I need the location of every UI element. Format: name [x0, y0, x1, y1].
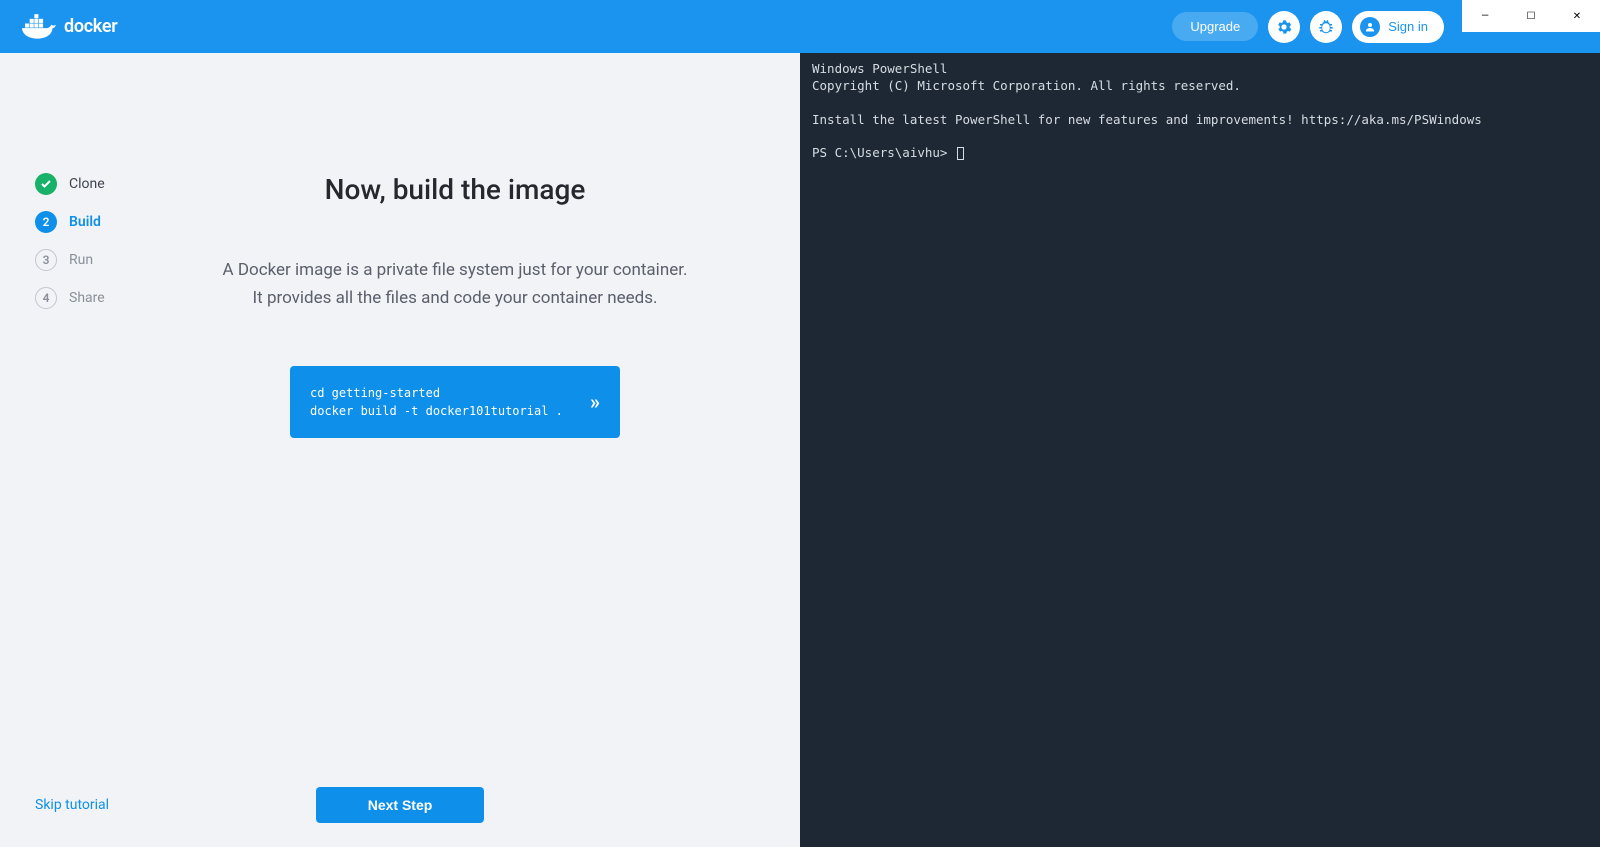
whale-icon — [20, 13, 58, 41]
check-icon — [40, 178, 52, 190]
page-title: Now, build the image — [170, 173, 740, 206]
bug-icon — [1317, 18, 1335, 36]
step-label: Build — [69, 214, 101, 230]
code-snippet-button[interactable]: cd getting-started docker build -t docke… — [290, 366, 620, 438]
troubleshoot-button[interactable] — [1310, 11, 1342, 43]
steps-sidebar: Clone 2 Build 3 Run 4 Share — [0, 53, 140, 847]
window-close-button[interactable]: ✕ — [1554, 0, 1600, 32]
brand-text: docker — [64, 16, 117, 37]
step-label: Clone — [69, 176, 105, 192]
tutorial-content: Now, build the image A Docker image is a… — [140, 53, 800, 847]
skip-tutorial-link[interactable]: Skip tutorial — [35, 797, 109, 813]
minimize-icon: — — [1481, 11, 1489, 22]
signin-label: Sign in — [1388, 19, 1428, 34]
signin-button[interactable]: Sign in — [1352, 11, 1444, 43]
terminal-line: Install the latest PowerShell for new fe… — [812, 112, 1482, 127]
settings-button[interactable] — [1268, 11, 1300, 43]
close-icon: ✕ — [1573, 11, 1581, 22]
main-content: Clone 2 Build 3 Run 4 Share Now, build t… — [0, 53, 1600, 847]
step-share[interactable]: 4 Share — [35, 287, 140, 309]
desc-line2: It provides all the files and code your … — [253, 288, 658, 308]
step-number: 3 — [35, 249, 57, 271]
tutorial-panel: Clone 2 Build 3 Run 4 Share Now, build t… — [0, 53, 800, 847]
footer-controls: Skip tutorial Next Step — [0, 787, 800, 823]
step-clone[interactable]: Clone — [35, 173, 140, 195]
code-text: cd getting-started docker build -t docke… — [310, 384, 563, 420]
window-maximize-button[interactable]: ☐ — [1508, 0, 1554, 32]
run-arrow-icon: » — [590, 390, 600, 414]
step-run[interactable]: 3 Run — [35, 249, 140, 271]
header-actions: Upgrade Sign in — [1172, 11, 1444, 43]
description: A Docker image is a private file system … — [170, 256, 740, 312]
upgrade-button[interactable]: Upgrade — [1172, 12, 1258, 41]
step-number: 4 — [35, 287, 57, 309]
gear-icon — [1275, 18, 1293, 36]
next-step-button[interactable]: Next Step — [316, 787, 485, 823]
terminal-line: Windows PowerShell — [812, 61, 947, 76]
desc-line1: A Docker image is a private file system … — [223, 260, 688, 280]
step-done-icon — [35, 173, 57, 195]
step-number: 2 — [35, 211, 57, 233]
docker-logo: docker — [20, 13, 117, 41]
app-header: docker Upgrade Sign in — [0, 0, 1600, 53]
step-label: Share — [69, 290, 105, 306]
step-build[interactable]: 2 Build — [35, 211, 140, 233]
avatar-icon — [1360, 17, 1380, 37]
window-minimize-button[interactable]: — — [1462, 0, 1508, 32]
terminal-panel[interactable]: Windows PowerShell Copyright (C) Microso… — [800, 53, 1600, 847]
maximize-icon: ☐ — [1527, 11, 1536, 22]
window-titlebar: — ☐ ✕ — [1462, 0, 1600, 32]
person-icon — [1364, 21, 1376, 33]
terminal-prompt: PS C:\Users\aivhu> — [812, 145, 955, 160]
terminal-cursor — [957, 147, 964, 160]
step-label: Run — [69, 252, 93, 268]
terminal-line: Copyright (C) Microsoft Corporation. All… — [812, 78, 1241, 93]
